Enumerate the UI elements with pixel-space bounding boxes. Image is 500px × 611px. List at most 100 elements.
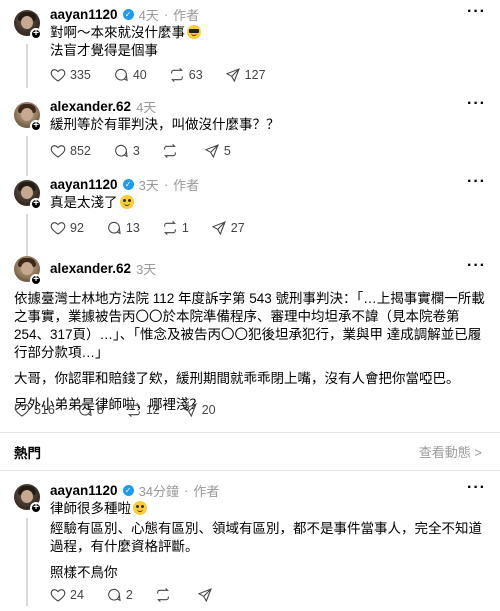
share-button[interactable]: 20 xyxy=(182,402,216,418)
heart-icon xyxy=(50,69,66,82)
send-icon xyxy=(225,68,240,83)
reply-button[interactable]: 40 xyxy=(113,67,147,83)
like-button[interactable]: 24 xyxy=(50,587,84,603)
more-dots-icon[interactable]: ··· xyxy=(467,3,486,21)
more-dots-icon[interactable]: ··· xyxy=(467,95,486,113)
repost-button[interactable] xyxy=(162,143,182,159)
post-body: 律師很多種啦 經驗有區別、心態有區別、領域有區別，都不是事件當事人，完全不知道過… xyxy=(50,500,488,582)
action-bar: 335 40 63 127 xyxy=(50,67,288,83)
reply-count: 40 xyxy=(132,68,147,82)
share-count: 127 xyxy=(244,68,266,82)
author-separator: · xyxy=(163,177,169,192)
author-tag: 作者 xyxy=(173,178,200,193)
repost-icon xyxy=(127,402,140,418)
verified-badge-icon: ✓ xyxy=(122,9,134,20)
thread-line xyxy=(26,44,28,88)
more-dots-icon[interactable]: ··· xyxy=(467,257,486,275)
post-paragraph: 依據臺灣士林地方法院 112 年度訴字第 543 號刑事判決：「…上揭事實欄一所… xyxy=(14,291,485,360)
follow-plus-icon[interactable]: + xyxy=(30,274,42,286)
post-line: 律師很多種啦 xyxy=(50,501,131,516)
send-icon xyxy=(197,588,212,603)
post-body: 依據臺灣士林地方法院 112 年度訴字第 543 號刑事判決：「…上揭事實欄一所… xyxy=(14,290,488,414)
post-header: aayan1120 ✓ 34分鐘 · 作者 xyxy=(50,481,219,500)
more-dots-icon[interactable]: ··· xyxy=(467,173,486,191)
author-separator: · xyxy=(184,483,189,498)
action-bar: 24 2 xyxy=(50,587,239,603)
timestamp: 4天 xyxy=(136,100,157,115)
like-count: 335 xyxy=(70,68,91,82)
heart-icon xyxy=(50,222,66,235)
share-button[interactable]: 127 xyxy=(225,67,266,83)
like-count: 92 xyxy=(70,221,84,235)
share-button[interactable]: 5 xyxy=(204,143,231,159)
reply-button[interactable]: 2 xyxy=(106,587,133,603)
author-tag: 作者 xyxy=(193,484,220,499)
repost-count: 1 xyxy=(181,221,189,235)
follow-plus-icon[interactable]: + xyxy=(30,198,42,210)
username[interactable]: aayan1120 xyxy=(50,177,118,192)
send-icon xyxy=(204,144,219,159)
repost-icon xyxy=(170,67,183,83)
heart-icon xyxy=(50,589,66,602)
like-button[interactable]: 335 xyxy=(50,67,91,83)
follow-plus-icon[interactable]: + xyxy=(30,502,42,514)
divider xyxy=(0,432,500,433)
repost-button[interactable]: 63 xyxy=(169,67,203,83)
repost-button[interactable] xyxy=(155,587,175,603)
repost-button[interactable]: 12 xyxy=(126,402,160,418)
verified-badge-icon: ✓ xyxy=(122,179,134,190)
follow-plus-icon[interactable]: + xyxy=(30,120,42,132)
reply-count: 8 xyxy=(96,403,104,417)
timestamp: 34分鐘 xyxy=(138,484,180,499)
thread-line xyxy=(26,518,28,606)
post-line: 法盲才覺得是個事 xyxy=(50,43,158,58)
sunglasses-emoji-icon xyxy=(187,25,201,39)
action-bar: 852 3 5 xyxy=(50,143,253,159)
username[interactable]: alexander.62 xyxy=(50,99,131,114)
follow-plus-icon[interactable]: + xyxy=(30,28,42,40)
like-button[interactable]: 852 xyxy=(50,143,91,159)
username[interactable]: aayan1120 xyxy=(50,7,118,22)
thread-line xyxy=(26,214,28,258)
like-button[interactable]: 92 xyxy=(50,220,84,236)
post-line: 緩刑等於有罪判決，叫做沒什麼事？？ xyxy=(50,117,280,132)
repost-button[interactable]: 1 xyxy=(162,220,189,236)
heart-icon xyxy=(14,404,30,417)
like-button[interactable]: 516 xyxy=(14,402,55,418)
more-dots-icon[interactable]: ··· xyxy=(467,479,486,497)
laugh-cry-emoji-icon xyxy=(119,195,134,209)
repost-count: 63 xyxy=(188,68,203,82)
post-body: 真是太淺了 xyxy=(50,194,134,212)
repost-icon xyxy=(156,587,169,603)
username[interactable]: aayan1120 xyxy=(50,483,118,498)
thread: + aayan1120 ✓ 4天 · 作者 ··· 對啊～本來就沒什麼事 法盲才… xyxy=(0,0,500,611)
share-count: 20 xyxy=(201,403,216,417)
share-button[interactable] xyxy=(197,587,217,603)
timestamp: 3天 xyxy=(138,178,159,193)
post-paragraph: 大哥，你認罪和賠錢了欸，緩刑期間就乖乖閉上嘴，沒有人會把你當啞巴。 xyxy=(14,371,460,386)
like-count: 516 xyxy=(34,403,55,417)
like-count: 24 xyxy=(70,588,84,602)
section-label: 熱門 xyxy=(14,446,41,461)
verified-badge-icon: ✓ xyxy=(122,485,134,496)
like-count: 852 xyxy=(70,144,91,158)
comment-icon xyxy=(115,68,128,82)
thread-line xyxy=(26,136,28,176)
sweat-smile-emoji-icon xyxy=(133,501,147,515)
reply-button[interactable]: 8 xyxy=(77,402,104,418)
username[interactable]: alexander.62 xyxy=(50,261,131,276)
post-body: 對啊～本來就沒什麼事 法盲才覺得是個事 xyxy=(50,24,201,60)
post-header: alexander.62 3天 xyxy=(50,259,156,278)
timestamp: 4天 xyxy=(138,8,159,23)
send-icon xyxy=(182,403,197,418)
repost-icon xyxy=(163,220,176,236)
post-header: alexander.62 4天 xyxy=(50,97,156,116)
repost-icon xyxy=(163,143,176,159)
share-button[interactable]: 27 xyxy=(211,220,245,236)
view-activity-link[interactable]: 查看動態 > xyxy=(419,442,482,461)
timestamp: 3天 xyxy=(136,262,157,277)
author-tag: 作者 xyxy=(173,8,200,23)
reply-button[interactable]: 13 xyxy=(106,220,140,236)
post-line: 真是太淺了 xyxy=(50,195,118,210)
reply-button[interactable]: 3 xyxy=(113,143,140,159)
